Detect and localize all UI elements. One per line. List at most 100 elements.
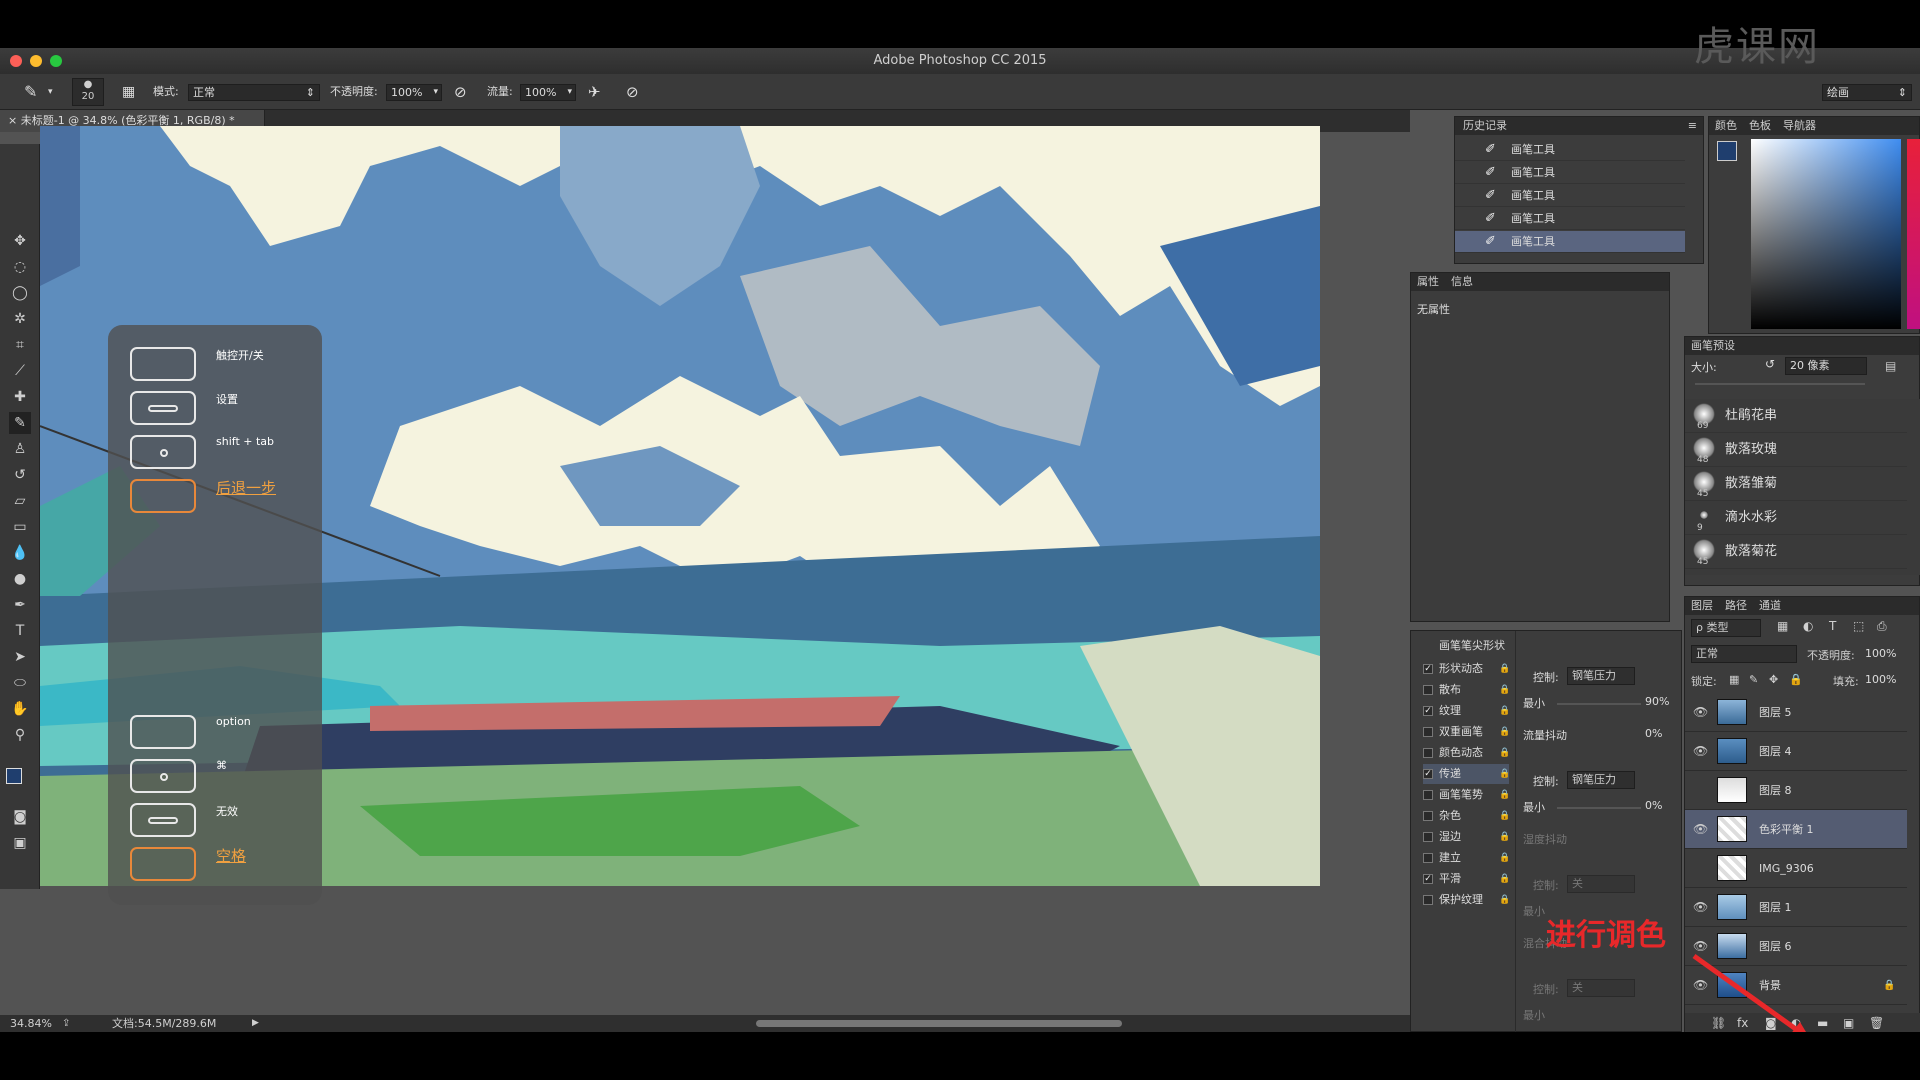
brush-presets-tab[interactable]: 画笔预设 [1691, 337, 1735, 355]
control-select[interactable]: 钢笔压力 [1567, 667, 1635, 685]
layer-row-selected[interactable]: 👁 色彩平衡 1 [1685, 810, 1907, 849]
close-tab-icon[interactable]: × [8, 114, 17, 127]
delete-layer-icon[interactable]: 🗑 [1869, 1013, 1884, 1032]
channels-tab[interactable]: 通道 [1759, 597, 1781, 615]
lock-icon[interactable]: 🔒 [1499, 827, 1510, 847]
mode-select[interactable]: 正常 ⇕ [188, 84, 320, 101]
filter-shape-icon[interactable]: ⬚ [1853, 619, 1864, 633]
minimum-slider[interactable] [1557, 807, 1641, 809]
hand-tool-icon[interactable]: ✋ [9, 698, 31, 720]
info-tab[interactable]: 信息 [1451, 273, 1473, 291]
brush-option-row-selected[interactable]: ✓ 传递 🔒 [1423, 764, 1510, 784]
new-layer-icon[interactable]: ▣ [1843, 1013, 1854, 1032]
brush-option-row[interactable]: 画笔笔势 🔒 [1423, 785, 1510, 805]
lock-transparent-icon[interactable]: ▦ [1729, 673, 1739, 686]
checkbox[interactable]: ✓ [1423, 706, 1433, 716]
lock-icon[interactable]: 🔒 [1499, 785, 1510, 805]
brush-option-row[interactable]: 建立 🔒 [1423, 848, 1510, 868]
brush-preset-item[interactable]: 45 散落菊花 [1685, 535, 1907, 569]
lock-image-icon[interactable]: ✎ [1749, 673, 1758, 686]
color-field[interactable] [1751, 139, 1901, 329]
touch-toggle-button[interactable] [130, 347, 196, 381]
lock-icon[interactable]: 🔒 [1499, 848, 1510, 868]
brush-preset-item[interactable]: 45 散落雏菊 [1685, 467, 1907, 501]
filter-smart-object-icon[interactable]: ⎙ [1877, 619, 1887, 634]
zoom-tool-icon[interactable]: ⚲ [9, 724, 31, 746]
checkbox[interactable]: ✓ [1423, 769, 1433, 779]
share-icon[interactable]: ⇪ [62, 1015, 70, 1032]
marquee-tool-icon[interactable]: ◌ [9, 256, 31, 278]
eyedropper-tool-icon[interactable]: ⟋ [9, 360, 31, 382]
control-select[interactable]: 钢笔压力 [1567, 771, 1635, 789]
dodge-tool-icon[interactable]: ● [9, 568, 31, 590]
checkbox[interactable] [1423, 727, 1433, 737]
settings-touch-button[interactable] [130, 391, 196, 425]
navigator-tab[interactable]: 导航器 [1783, 117, 1816, 135]
minimum-value[interactable]: 0% [1645, 797, 1679, 815]
brush-option-row[interactable]: 杂色 🔒 [1423, 806, 1510, 826]
brush-tool-icon[interactable]: ✎ [24, 74, 37, 110]
option-touch-button[interactable] [130, 715, 196, 749]
zoom-window-button[interactable] [50, 55, 62, 67]
minimize-window-button[interactable] [30, 55, 42, 67]
minimum-value[interactable]: 90% [1645, 693, 1679, 711]
move-tool-icon[interactable]: ✥ [9, 230, 31, 252]
pressure-opacity-icon[interactable]: ⊘ [454, 74, 467, 110]
filter-adjustment-icon[interactable]: ◐ [1803, 619, 1813, 633]
pen-tool-icon[interactable]: ✒ [9, 594, 31, 616]
close-window-button[interactable] [10, 55, 22, 67]
brush-panel-toggle-icon[interactable]: ▦ [122, 74, 135, 110]
lock-icon[interactable]: 🔒 [1499, 659, 1510, 679]
swatches-tab[interactable]: 色板 [1749, 117, 1771, 135]
history-item[interactable]: ✐ 画笔工具 [1455, 208, 1685, 230]
properties-tab[interactable]: 属性 [1417, 273, 1439, 291]
checkbox[interactable]: ✓ [1423, 664, 1433, 674]
eraser-tool-icon[interactable]: ▱ [9, 490, 31, 512]
brush-option-row[interactable]: 湿边 🔒 [1423, 827, 1510, 847]
lock-icon[interactable]: 🔒 [1499, 743, 1510, 763]
pressure-size-icon[interactable]: ⊘ [626, 74, 639, 110]
checkbox[interactable] [1423, 832, 1433, 842]
screen-mode-icon[interactable]: ▣ [9, 832, 31, 854]
layer-row[interactable]: IMG_9306 [1685, 849, 1907, 888]
layer-row[interactable]: 👁 图层 1 [1685, 888, 1907, 927]
visibility-eye-icon[interactable]: 👁 [1693, 810, 1708, 849]
lock-icon[interactable]: 🔒 [1499, 806, 1510, 826]
checkbox[interactable] [1423, 790, 1433, 800]
ellipse-tool-icon[interactable]: ⬭ [9, 672, 31, 694]
history-tab[interactable]: 历史记录 [1463, 117, 1507, 135]
lock-icon[interactable]: 🔒 [1499, 764, 1510, 784]
command-touch-button[interactable] [130, 759, 196, 793]
brush-option-row[interactable]: 颜色动态 🔒 [1423, 743, 1510, 763]
stamp-tool-icon[interactable]: ♙ [9, 438, 31, 460]
filter-pixel-icon[interactable]: ▦ [1777, 619, 1788, 633]
magic-wand-tool-icon[interactable]: ✲ [9, 308, 31, 330]
brush-size-field[interactable]: 20 像素 [1785, 357, 1867, 375]
new-preset-icon[interactable]: ▤ [1885, 359, 1896, 373]
shift-tab-touch-button[interactable] [130, 435, 196, 469]
visibility-eye-icon[interactable]: 👁 [1693, 888, 1708, 927]
flow-jitter-value[interactable]: 0% [1645, 725, 1679, 743]
zoom-level[interactable]: 34.84% [10, 1015, 52, 1032]
opacity-field[interactable]: 100% ▾ [386, 84, 442, 101]
brush-preset-item[interactable]: 69 杜鹃花串 [1685, 399, 1907, 433]
blend-mode-select[interactable]: 正常 [1691, 645, 1797, 663]
lock-all-icon[interactable]: 🔒 [1789, 673, 1803, 686]
panel-menu-icon[interactable]: ≡ [1688, 117, 1697, 135]
layer-row[interactable]: 图层 8 [1685, 771, 1907, 810]
checkbox[interactable] [1423, 853, 1433, 863]
horizontal-scrollbar[interactable] [756, 1020, 1122, 1027]
brush-preset-item[interactable]: 48 散落玫瑰 [1685, 433, 1907, 467]
size-slider[interactable] [1695, 383, 1865, 385]
control-select-disabled[interactable]: 关 [1567, 875, 1635, 893]
brush-option-row[interactable]: ✓ 平滑 🔒 [1423, 869, 1510, 889]
brush-option-row[interactable]: ✓ 形状动态 🔒 [1423, 659, 1510, 679]
lock-icon[interactable]: 🔒 [1499, 869, 1510, 889]
path-selection-tool-icon[interactable]: ➤ [9, 646, 31, 668]
lock-position-icon[interactable]: ✥ [1769, 673, 1778, 686]
history-item[interactable]: ✐ 画笔工具 [1455, 162, 1685, 184]
checkbox[interactable] [1423, 895, 1433, 905]
brush-tip-shape-header[interactable]: 画笔笔尖形状 [1439, 637, 1505, 653]
undo-touch-button[interactable] [130, 479, 196, 513]
tool-preset-chevron-icon[interactable]: ▾ [48, 74, 53, 110]
